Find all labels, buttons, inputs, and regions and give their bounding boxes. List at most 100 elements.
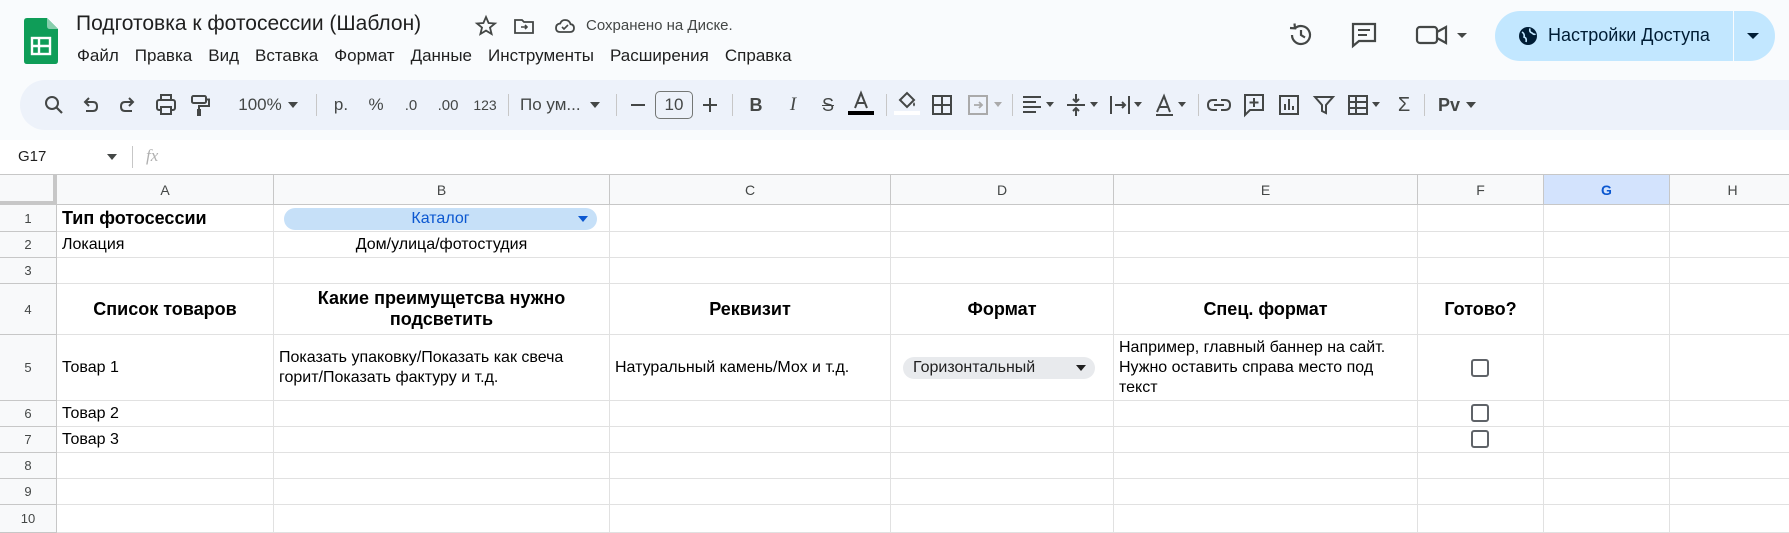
zoom-chevron-icon[interactable] (286, 80, 300, 130)
grid-cell[interactable] (57, 453, 274, 479)
grid-cell[interactable] (1670, 505, 1789, 533)
grid-cell[interactable] (274, 427, 610, 453)
valign-icon[interactable] (1064, 80, 1104, 130)
grid-cell[interactable] (1114, 258, 1418, 284)
cell-a4[interactable]: Список товаров (57, 284, 274, 335)
grid-cell[interactable] (1544, 232, 1670, 258)
percent-format-button[interactable]: % (365, 80, 387, 130)
grid-cell[interactable] (1114, 479, 1418, 505)
move-icon[interactable] (512, 14, 536, 38)
checkbox-f5[interactable] (1471, 359, 1489, 377)
paint-format-icon[interactable] (188, 80, 212, 130)
menu-insert[interactable]: Вставка (255, 46, 318, 66)
search-icon[interactable] (42, 80, 66, 130)
decrease-decimal-button[interactable]: .0 (396, 80, 426, 130)
rotate-icon[interactable] (1152, 80, 1192, 130)
text-color-icon[interactable] (846, 80, 876, 130)
function-icon[interactable]: Σ (1392, 80, 1416, 130)
column-header-d[interactable]: D (891, 175, 1114, 205)
row-header-4[interactable]: 4 (0, 284, 57, 335)
column-header-b[interactable]: B (274, 175, 610, 205)
cell-f4[interactable]: Готово? (1418, 284, 1544, 335)
row-header-3[interactable]: 3 (0, 258, 57, 284)
cell-a5[interactable]: Товар 1 (57, 335, 274, 401)
column-header-e[interactable]: E (1114, 175, 1418, 205)
grid-cell[interactable] (891, 479, 1114, 505)
document-title[interactable]: Подготовка к фотосессии (Шаблон) (76, 12, 421, 36)
cell-a6[interactable]: Товар 2 (57, 401, 274, 427)
grid-cell[interactable] (1418, 258, 1544, 284)
font-chevron-icon[interactable] (588, 80, 602, 130)
menu-edit[interactable]: Правка (135, 46, 192, 66)
grid-cell[interactable] (610, 232, 891, 258)
menu-file[interactable]: Файл (77, 46, 119, 66)
print-icon[interactable] (154, 80, 178, 130)
share-dropdown-icon[interactable] (1745, 29, 1761, 43)
cell-d4[interactable]: Формат (891, 284, 1114, 335)
grid-cell[interactable] (274, 505, 610, 533)
merge-icon[interactable] (966, 80, 1006, 130)
grid-cell[interactable] (891, 232, 1114, 258)
grid-cell[interactable] (891, 401, 1114, 427)
grid-cell[interactable] (1544, 284, 1670, 335)
comment-icon[interactable] (1349, 20, 1379, 50)
column-header-f[interactable]: F (1418, 175, 1544, 205)
grid-cell[interactable] (610, 401, 891, 427)
format-dropdown[interactable]: Горизонтальный (903, 357, 1095, 379)
row-header-1[interactable]: 1 (0, 205, 57, 232)
grid-cell[interactable] (1544, 258, 1670, 284)
column-header-h[interactable]: H (1670, 175, 1789, 205)
row-header-6[interactable]: 6 (0, 401, 57, 427)
grid-cell[interactable] (1670, 427, 1789, 453)
grid-cell[interactable] (610, 427, 891, 453)
row-header-10[interactable]: 10 (0, 505, 57, 533)
cell-b1[interactable]: Каталог (274, 205, 610, 232)
menu-tools[interactable]: Инструменты (488, 46, 594, 66)
menu-extensions[interactable]: Расширения (610, 46, 709, 66)
checkbox-f7[interactable] (1471, 430, 1489, 448)
italic-icon[interactable]: I (782, 80, 804, 130)
grid-cell[interactable] (1544, 335, 1670, 401)
cell-a2[interactable]: Локация (57, 232, 274, 258)
grid-cell[interactable] (891, 205, 1114, 232)
grid-cell[interactable] (274, 479, 610, 505)
cell-f7[interactable] (1418, 427, 1544, 453)
grid-cell[interactable] (1544, 401, 1670, 427)
cell-d5[interactable]: Горизонтальный (891, 335, 1114, 401)
grid-cell[interactable] (1418, 205, 1544, 232)
font-size-increase-icon[interactable] (700, 80, 720, 130)
checkbox-f6[interactable] (1471, 404, 1489, 422)
chevron-down-icon[interactable] (1455, 20, 1469, 50)
grid-cell[interactable] (610, 479, 891, 505)
grid-cell[interactable] (1670, 401, 1789, 427)
link-icon[interactable] (1206, 80, 1232, 130)
grid-cell[interactable] (610, 258, 891, 284)
input-tools-icon[interactable]: Рv (1434, 80, 1464, 130)
cell-e4[interactable]: Спец. формат (1114, 284, 1418, 335)
increase-decimal-button[interactable]: .00 (430, 80, 466, 130)
row-header-7[interactable]: 7 (0, 427, 57, 453)
grid-cell[interactable] (1418, 505, 1544, 533)
grid-cell[interactable] (1670, 453, 1789, 479)
grid-cell[interactable] (1544, 205, 1670, 232)
star-icon[interactable] (474, 14, 498, 38)
grid-cell[interactable] (1114, 232, 1418, 258)
column-header-a[interactable]: A (57, 175, 274, 205)
zoom-select[interactable]: 100% (232, 80, 288, 130)
grid-cell[interactable] (1544, 453, 1670, 479)
name-box[interactable]: G17 (18, 148, 46, 165)
grid-cell[interactable] (1114, 427, 1418, 453)
table-icon[interactable] (1346, 80, 1386, 130)
grid-cell[interactable] (1544, 505, 1670, 533)
cell-f6[interactable] (1418, 401, 1544, 427)
grid-cell[interactable] (274, 258, 610, 284)
menu-view[interactable]: Вид (208, 46, 239, 66)
cell-a7[interactable]: Товар 3 (57, 427, 274, 453)
cell-e5[interactable]: Например, главный баннер на сайт. Нужно … (1114, 335, 1418, 401)
font-size-input[interactable]: 10 (655, 91, 693, 119)
grid-cell[interactable] (57, 258, 274, 284)
input-tools-chevron-icon[interactable] (1464, 80, 1478, 130)
font-select[interactable]: По ум... (520, 80, 590, 130)
undo-icon[interactable] (78, 80, 102, 130)
currency-format-button[interactable]: р. (327, 80, 355, 130)
